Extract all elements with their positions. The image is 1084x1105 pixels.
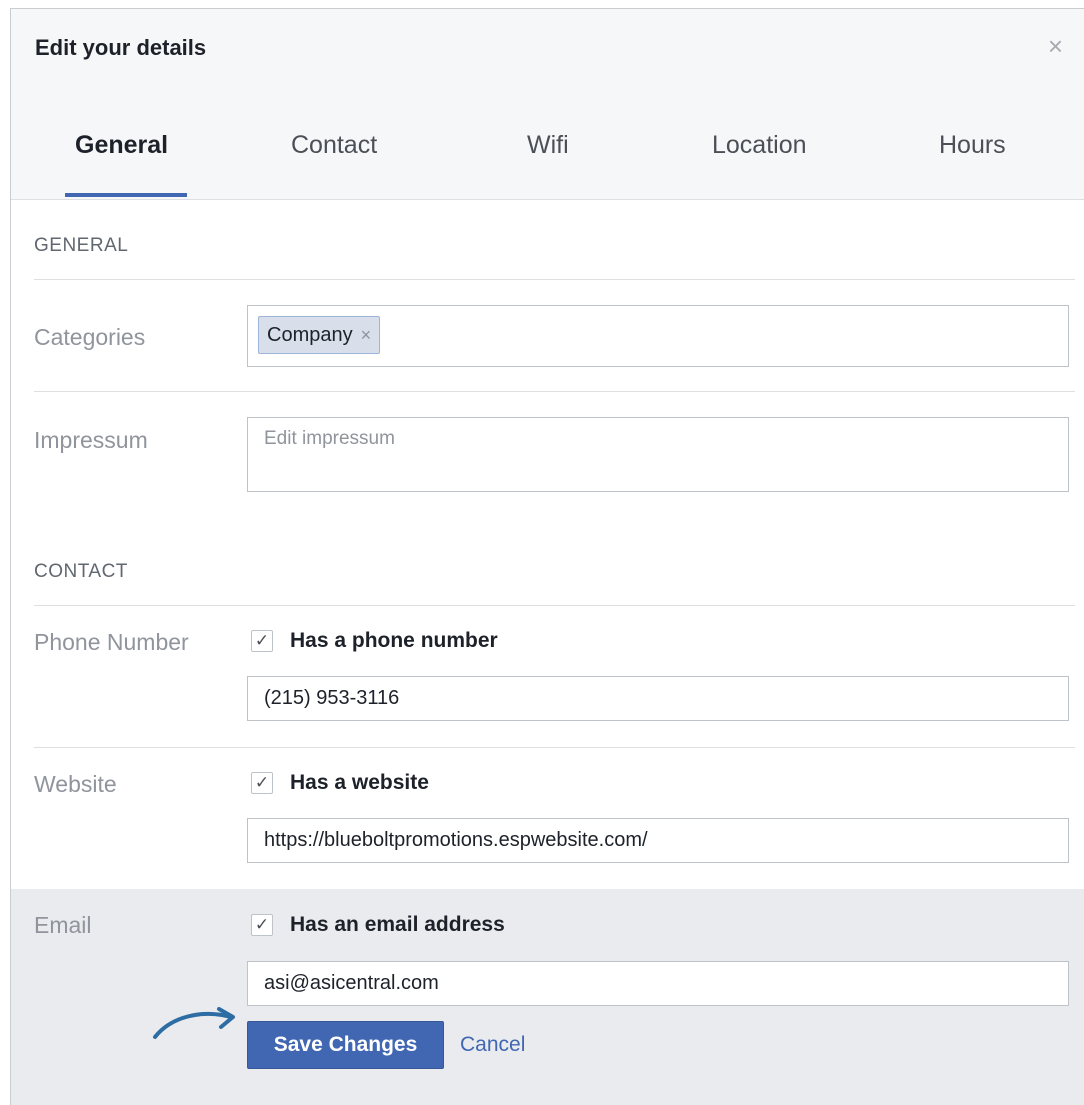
phone-number-input[interactable]: (215) 953-3116 <box>247 676 1069 721</box>
active-tab-indicator <box>65 193 187 197</box>
has-email-label: Has an email address <box>290 913 505 936</box>
tab-general[interactable]: General <box>75 131 168 160</box>
categories-label: Categories <box>34 324 146 350</box>
cancel-link[interactable]: Cancel <box>460 1033 525 1057</box>
checkbox-checked-icon[interactable]: ✓ <box>251 630 273 652</box>
checkbox-checked-icon[interactable]: ✓ <box>251 914 273 936</box>
remove-token-icon[interactable]: × <box>361 325 372 346</box>
email-value: asi@asicentral.com <box>264 972 439 994</box>
category-token-label: Company <box>267 323 353 346</box>
divider <box>34 605 1075 606</box>
save-changes-button[interactable]: Save Changes <box>247 1021 444 1069</box>
phone-number-value: (215) 953-3116 <box>264 687 400 709</box>
email-label: Email <box>34 912 92 938</box>
tab-wifi[interactable]: Wifi <box>527 131 569 160</box>
impressum-placeholder: Edit impressum <box>264 428 395 449</box>
dialog-header: Edit your details × <box>11 9 1084 90</box>
section-heading-general: GENERAL <box>34 235 129 256</box>
has-website-label: Has a website <box>290 771 429 794</box>
checkbox-checked-icon[interactable]: ✓ <box>251 772 273 794</box>
category-token: Company × <box>258 316 381 354</box>
divider <box>34 747 1075 748</box>
divider <box>34 391 1075 392</box>
annotation-arrow-icon <box>153 1007 235 1039</box>
website-value: https://blueboltpromotions.espwebsite.co… <box>264 829 648 851</box>
dialog-title: Edit your details <box>35 35 207 60</box>
impressum-label: Impressum <box>34 427 148 453</box>
has-phone-label: Has a phone number <box>290 629 498 652</box>
impressum-textarea[interactable]: Edit impressum <box>247 417 1069 492</box>
has-phone-checkbox-row[interactable]: ✓ Has a phone number <box>251 629 498 653</box>
edit-details-dialog: Edit your details × General Contact Wifi… <box>10 8 1084 1105</box>
section-heading-contact: CONTACT <box>34 561 128 582</box>
website-label: Website <box>34 771 117 797</box>
tab-contact[interactable]: Contact <box>291 131 377 160</box>
has-email-checkbox-row[interactable]: ✓ Has an email address <box>251 913 505 937</box>
tab-bar: General Contact Wifi Location Hours <box>11 89 1084 200</box>
tab-location[interactable]: Location <box>712 131 807 160</box>
phone-number-label: Phone Number <box>34 629 189 655</box>
tab-hours[interactable]: Hours <box>939 131 1006 160</box>
has-website-checkbox-row[interactable]: ✓ Has a website <box>251 771 429 795</box>
close-icon[interactable]: × <box>1048 33 1063 59</box>
categories-field[interactable]: Company × <box>247 305 1069 367</box>
divider <box>34 279 1075 280</box>
website-input[interactable]: https://blueboltpromotions.espwebsite.co… <box>247 818 1069 863</box>
email-input[interactable]: asi@asicentral.com <box>247 961 1069 1006</box>
